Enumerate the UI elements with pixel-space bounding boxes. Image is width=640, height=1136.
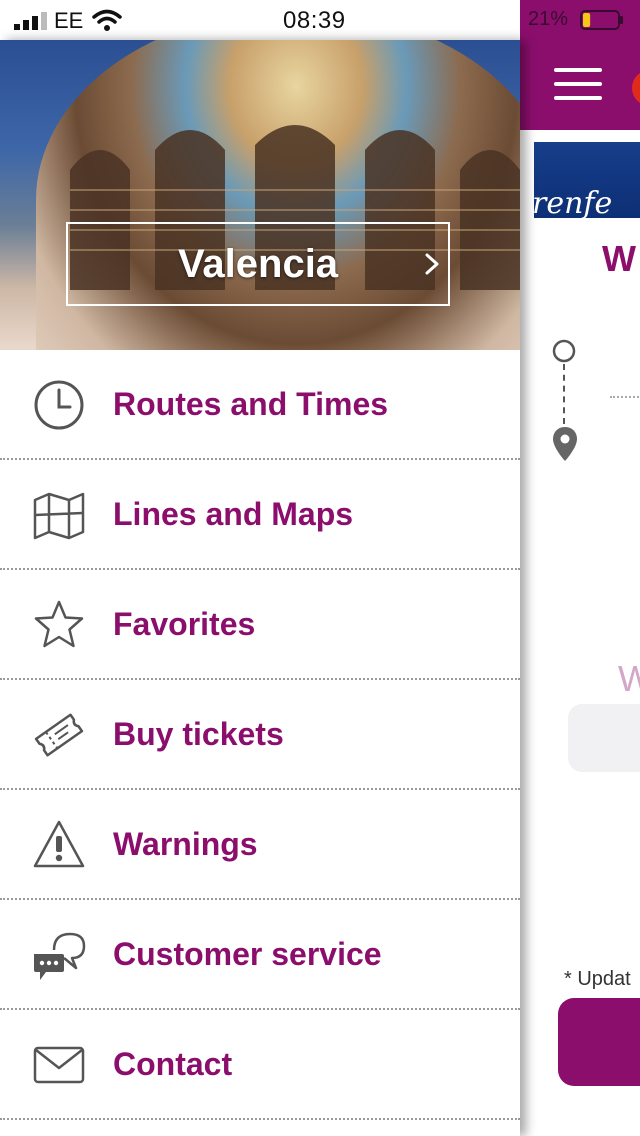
wifi-icon [92,9,122,31]
menu-label: Favorites [113,606,256,642]
signal-icon [14,12,47,30]
menu-label: Contact [113,1046,233,1082]
primary-button[interactable] [558,998,640,1086]
main-header [520,40,640,130]
status-time: 08:39 [283,7,346,34]
menu-item-contact[interactable]: Contact [0,1010,520,1120]
update-note: * Updat [564,968,631,990]
renfe-logo: renfe [532,186,613,221]
battery-percent: 21% [528,8,569,30]
chevron-right-icon [425,253,439,275]
clock-icon [34,380,84,430]
city-name: Valencia [177,242,339,286]
status-bar: EE 08:39 21% [0,0,640,40]
route-connector [563,364,565,424]
main-screen: renfe W W * Updat [520,40,640,1136]
star-icon [34,600,84,648]
main-heading: W [602,238,636,279]
menu-label: Buy tickets [113,716,284,752]
status-bar-left: EE 08:39 [0,0,520,40]
menu-label: Routes and Times [113,386,389,422]
origin-circle-icon[interactable] [552,338,576,364]
menu-label: Customer service [113,936,382,972]
menu-label: Lines and Maps [113,496,354,532]
app-logo-icon [632,70,640,106]
ticket-icon [34,713,84,757]
city-selector[interactable]: Valencia [66,222,450,306]
menu-item-buy-tickets[interactable]: Buy tickets [0,680,520,790]
city-hero-image: Valencia [0,40,520,350]
battery-icon [580,10,623,30]
chat-icon [34,932,86,980]
menu-label: Warnings [113,826,258,862]
status-bar-right: 21% [520,0,640,40]
carrier-name: EE [54,8,84,33]
menu-item-favorites[interactable]: Favorites [0,570,520,680]
faint-heading: W [618,658,640,699]
menu-item-customer-service[interactable]: Customer service [0,900,520,1010]
menu-item-warnings[interactable]: Warnings [0,790,520,900]
menu-item-routes-and-times[interactable]: Routes and Times [0,350,520,460]
destination-pin-icon[interactable] [552,426,578,462]
menu-item-lines-and-maps[interactable]: Lines and Maps [0,460,520,570]
mail-icon [33,1046,85,1084]
navigation-drawer: Valencia Routes and Times Lines and Maps [0,40,520,1136]
divider [610,396,640,398]
hamburger-menu-icon[interactable] [554,68,602,102]
drawer-menu: Routes and Times Lines and Maps Favorite… [0,350,520,1120]
warning-icon [33,820,85,868]
input-field[interactable] [568,704,640,772]
map-icon [33,492,85,540]
